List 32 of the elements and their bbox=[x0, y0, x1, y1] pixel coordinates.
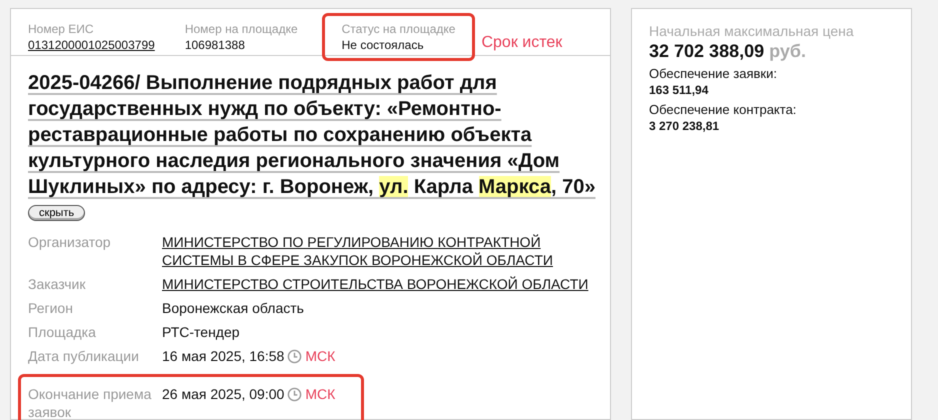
tender-title[interactable]: 2025-04266/ Выполнение подрядных работ для государственных нужд по объекту: «Ремонтно-реставрационные работы по сохранению объекта культурного наследия регионального значения «Дом Шуклиных» по адресу: г. Воронеж, ул. Карла Маркса, 70» bbox=[28, 70, 603, 200]
field-label: Статус на площадке bbox=[342, 21, 456, 37]
field-label: Номер на площадке bbox=[184, 21, 298, 37]
field-label: Номер ЕИС bbox=[28, 21, 95, 37]
organization-link[interactable]: МИНИСТЕРСТВО СТРОИТЕЛЬСТВА ВОРОНЕЖСКОЙ ОБЛАСТИ bbox=[162, 275, 602, 293]
price-amount: 32 702 388,09 bbox=[649, 41, 764, 61]
detail-value: 16 мая 2025, 16:58 bbox=[162, 347, 284, 365]
timezone-label: МСК bbox=[305, 347, 336, 365]
guarantee-label: Обеспечение заявки: bbox=[649, 66, 778, 82]
detail-label: Заказчик bbox=[28, 275, 86, 293]
hide-button[interactable]: скрыть bbox=[28, 205, 86, 221]
detail-label: Площадка bbox=[28, 323, 97, 341]
field-value: Не состоялась bbox=[342, 37, 425, 53]
eis-number-link[interactable]: 0131200001025003799 bbox=[28, 37, 155, 53]
detail-label: Регион bbox=[28, 299, 74, 317]
clock-icon bbox=[287, 387, 302, 402]
guarantee-value: 3 270 238,81 bbox=[649, 118, 720, 134]
field-value: 106981388 bbox=[184, 37, 246, 53]
detail-label: Организатор bbox=[28, 233, 112, 252]
detail-value: РТС-тендер bbox=[162, 323, 240, 341]
status-note: Срок истек bbox=[481, 33, 562, 53]
detail-value: Воронежская область bbox=[162, 299, 304, 317]
organization-link[interactable]: МИНИСТЕРСТВО ПО РЕГУЛИРОВАНИЮ КОНТРАКТНОЙ СИСТЕМЫ В СФЕРЕ ЗАКУПОК ВОРОНЕЖСКОЙ ОБЛАСТИ bbox=[162, 233, 602, 269]
timezone-label: МСК bbox=[305, 385, 336, 403]
clock-icon bbox=[287, 349, 302, 364]
price-label: Начальная максимальная цена bbox=[649, 22, 855, 40]
detail-label: Дата публикации bbox=[28, 347, 140, 365]
detail-label: Окончание приема заявок bbox=[28, 385, 152, 420]
guarantee-label: Обеспечение контракта: bbox=[649, 102, 798, 118]
detail-value: 26 мая 2025, 09:00 bbox=[162, 385, 284, 403]
guarantee-value: 163 511,94 bbox=[649, 82, 710, 98]
currency-label: руб. bbox=[769, 41, 806, 61]
